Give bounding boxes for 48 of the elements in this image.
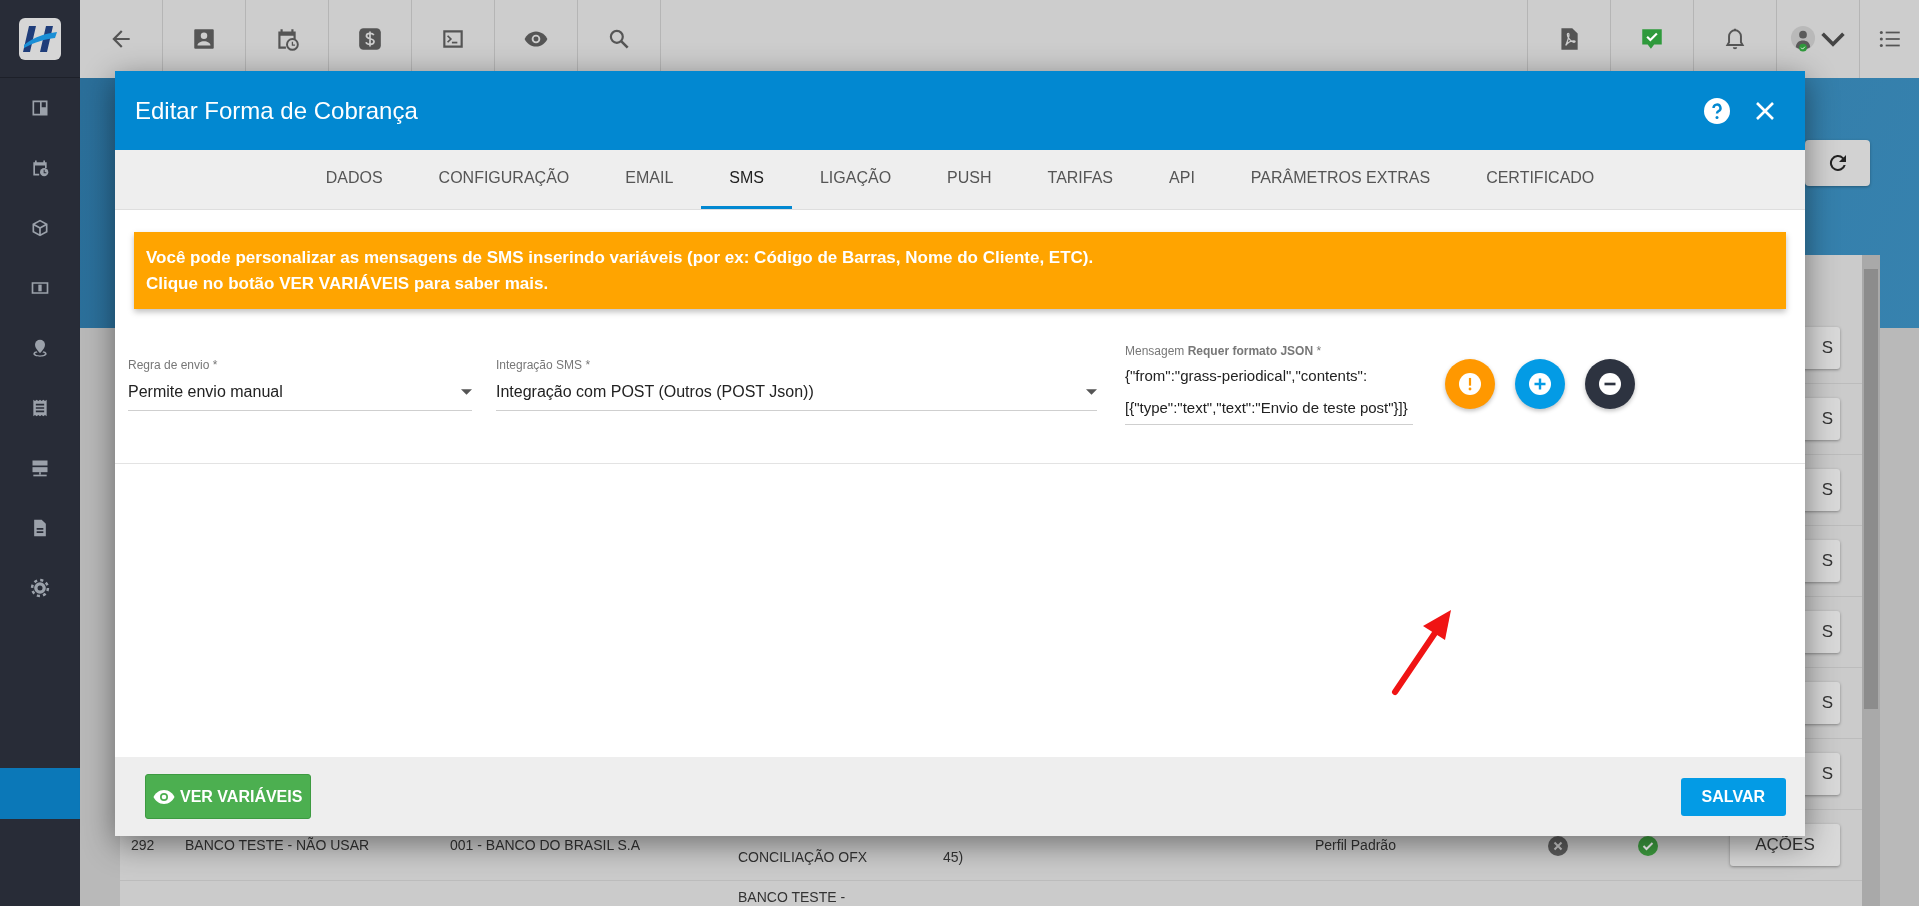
table-cell-text: 292: [131, 835, 156, 855]
refresh-button[interactable]: [1805, 140, 1870, 186]
select-field[interactable]: Permite envio manual: [128, 378, 472, 411]
dollar-icon: [357, 26, 383, 52]
table-cell-text: Perfil Padrão: [1315, 835, 1397, 855]
tab[interactable]: CERTIFICADO: [1458, 150, 1623, 209]
table-cell-text: BANCO TESTE -: [738, 888, 847, 906]
table-cell-text: BANCO TESTE - NÃO USAR: [185, 835, 371, 855]
add-button[interactable]: [1515, 358, 1565, 409]
caret-icon: [461, 389, 472, 395]
tab[interactable]: SMS: [701, 150, 792, 209]
message-field[interactable]: {"from":"grass-periodical","contents":[{"type":"text","text":"Envio de teste post"}]}: [1125, 360, 1413, 424]
help-icon: [1703, 96, 1731, 125]
minus-icon: [1599, 372, 1621, 395]
board-icon[interactable]: [30, 98, 50, 118]
tab[interactable]: TARIFAS: [1019, 150, 1142, 209]
avatar-icon: [1790, 26, 1816, 52]
close-icon: [1755, 101, 1775, 122]
tab[interactable]: DADOS: [297, 150, 411, 209]
location-icon[interactable]: [30, 338, 50, 358]
alert-message: Você pode personalizar as mensagens de SMS inserindo variáveis (por ex: Código de Barras, Nome do Cliente, ETC). Clique no botão VER VARIÁVEIS para saber mais.: [134, 232, 1786, 309]
table-cell-text: CONCILIAÇÃO OFX: [738, 848, 869, 867]
box-icon[interactable]: [30, 218, 50, 238]
field-label: Integração SMS *: [496, 357, 592, 374]
field-label: Regra de envio *: [128, 357, 219, 374]
remove-button[interactable]: [1585, 358, 1635, 409]
tab[interactable]: PUSH: [919, 150, 1020, 209]
plus-icon: [1529, 372, 1551, 395]
server-icon[interactable]: [30, 458, 50, 478]
tab[interactable]: EMAIL: [597, 150, 702, 209]
table-cell-text: 001 - BANCO DO BRASIL S.A: [450, 835, 642, 855]
field-label: Mensagem Requer formato JSON*: [1125, 343, 1323, 360]
receipt-icon[interactable]: [30, 398, 50, 418]
tab[interactable]: LIGAÇÃO: [791, 150, 920, 209]
calendar-clock-icon[interactable]: [30, 158, 50, 178]
table-cell-text: 45): [943, 848, 965, 867]
select-field[interactable]: Integração com POST (Outros (POST Json)): [496, 378, 1097, 411]
caret-icon: [1086, 389, 1097, 395]
dialog-title: Editar Forma de Cobrança: [135, 95, 419, 126]
contact-icon: [191, 26, 217, 52]
tab[interactable]: API: [1141, 150, 1223, 209]
help-button[interactable]: [1703, 96, 1731, 125]
alert-icon: [1459, 372, 1481, 395]
scrollbar[interactable]: [1862, 255, 1880, 906]
tab[interactable]: CONFIGURAÇÃO: [410, 150, 598, 209]
settings-icon[interactable]: [30, 578, 50, 598]
logo[interactable]: [19, 17, 61, 60]
tab[interactable]: PARÂMETROS EXTRAS: [1222, 150, 1459, 209]
